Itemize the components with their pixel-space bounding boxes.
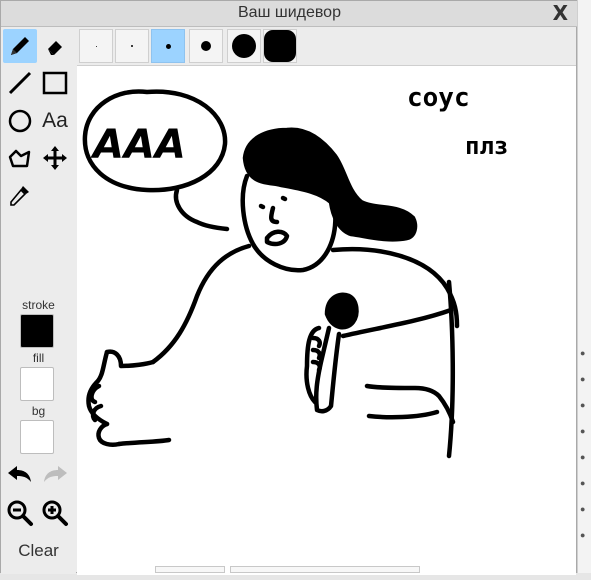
arm-bottom — [116, 437, 172, 447]
speech-text: AAA — [90, 122, 186, 168]
brush-size-24[interactable] — [227, 29, 261, 63]
redo-button[interactable] — [38, 458, 72, 492]
arm-line — [340, 307, 454, 339]
drawing-canvas[interactable]: AAA соус плз — [77, 65, 576, 575]
brush-dot-icon — [201, 41, 211, 51]
eye-right — [280, 195, 288, 202]
redo-arrow-icon — [44, 466, 67, 482]
eye-icon[interactable]: ● — [580, 452, 585, 462]
brush-dot-icon — [264, 30, 296, 62]
brush-size-4[interactable] — [151, 29, 185, 63]
brush-dot-icon — [165, 43, 171, 49]
title-bar: Ваш шидевор X — [1, 1, 578, 27]
brush-dot-icon — [232, 34, 256, 58]
bg-color-swatch[interactable] — [20, 420, 54, 454]
zoom-in-icon — [42, 500, 68, 526]
brush-size-1[interactable] — [79, 29, 113, 63]
caption-line-1: соус — [407, 83, 470, 113]
bg-label: bg — [31, 404, 46, 418]
eraser-tool[interactable] — [38, 29, 72, 63]
brush-dot-icon — [95, 45, 97, 47]
mic-fingers — [310, 335, 322, 373]
move-arrows-icon — [43, 146, 67, 170]
ellipse-tool[interactable] — [3, 104, 37, 138]
pencil-tool[interactable] — [3, 29, 37, 63]
zoom-in-button[interactable] — [38, 496, 72, 530]
line-tool[interactable] — [3, 66, 37, 100]
nose — [269, 205, 280, 225]
brush-size-32[interactable] — [263, 29, 297, 63]
paint-window: Ваш шидевор X Aa stroke fill bg Clear AA… — [0, 0, 578, 575]
eye-icon[interactable]: ● — [580, 400, 585, 410]
rectangle-icon — [42, 71, 68, 95]
undo-arrow-icon — [8, 466, 31, 482]
brush-dot-icon — [131, 45, 133, 47]
stroke-color-swatch[interactable] — [20, 314, 54, 348]
line-icon — [8, 71, 32, 95]
eye-icon[interactable]: ● — [580, 478, 585, 488]
eye-icon[interactable]: ● — [580, 530, 585, 540]
eraser-icon — [48, 41, 62, 55]
clear-button[interactable]: Clear — [1, 541, 76, 561]
rectangle-tool[interactable] — [38, 66, 72, 100]
thumb-top — [104, 349, 156, 369]
stroke-label: stroke — [22, 298, 55, 312]
bottom-input[interactable] — [230, 566, 420, 573]
pencil-icon — [11, 37, 29, 55]
undo-button[interactable] — [3, 458, 37, 492]
mic-head — [324, 292, 359, 330]
left-shoulder — [150, 243, 252, 365]
eyedropper-tool[interactable] — [3, 178, 37, 212]
zoom-out-button[interactable] — [3, 496, 37, 530]
bottom-input[interactable] — [155, 566, 225, 573]
brush-size-10[interactable] — [189, 29, 223, 63]
close-button[interactable]: X — [553, 2, 568, 24]
eye-icon[interactable]: ● — [580, 374, 585, 384]
eye-left — [258, 203, 266, 210]
mouth — [264, 229, 290, 247]
move-tool[interactable] — [38, 141, 72, 175]
eyedropper-icon — [10, 186, 29, 206]
eye-icon[interactable]: ● — [580, 348, 585, 358]
eye-icon[interactable]: ● — [580, 426, 585, 436]
doodle-drawing: AAA соус плз — [82, 83, 508, 459]
eye-icon[interactable]: ● — [580, 504, 585, 514]
polygon-tool[interactable] — [3, 141, 37, 175]
brush-size-2[interactable] — [115, 29, 149, 63]
zoom-out-icon — [7, 500, 33, 526]
caption-line-2: плз — [465, 132, 508, 160]
window-title: Ваш шидевор — [238, 4, 341, 21]
fill-label: fill — [32, 351, 45, 365]
polygon-icon — [8, 149, 31, 168]
layers-panel-edge: ● ● ● ● ● ● ● ● — [577, 0, 591, 573]
speech-bubble-tail — [173, 187, 230, 232]
brush-size-bar — [77, 28, 577, 64]
fill-color-swatch[interactable] — [20, 367, 54, 401]
tool-panel: Aa stroke fill bg Clear — [1, 28, 76, 574]
ellipse-icon — [8, 109, 32, 133]
text-tool[interactable]: Aa — [38, 104, 72, 138]
hand-cuff — [366, 409, 440, 420]
